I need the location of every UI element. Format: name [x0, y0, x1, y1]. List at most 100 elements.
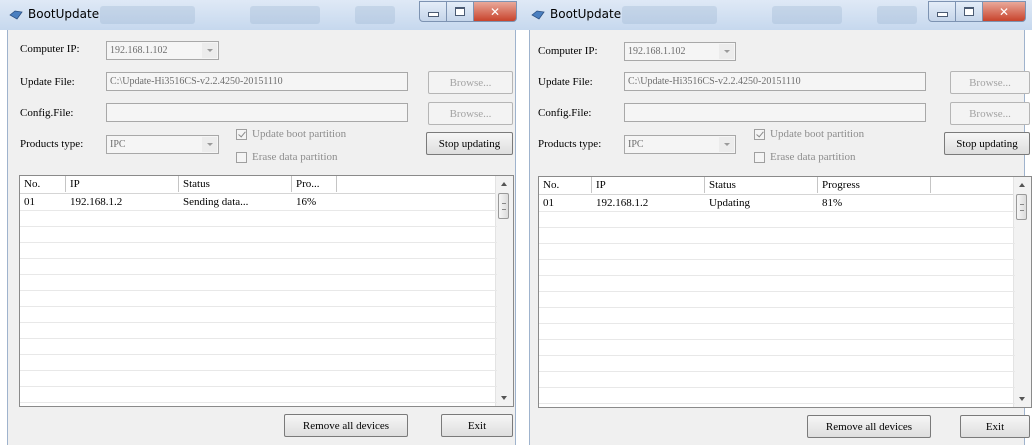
minimize-button[interactable] [419, 1, 447, 22]
dialog-client-area: Computer IP: 192.168.1.102 Update File: … [529, 30, 1032, 445]
update-boot-partition-label: Update boot partition [770, 128, 865, 140]
products-type-label: Products type: [538, 138, 602, 150]
remove-all-devices-button[interactable]: Remove all devices [284, 414, 408, 437]
list-row-separator [539, 307, 1015, 308]
column-header-progress[interactable]: Pro... [292, 176, 337, 192]
bootupdate-app-icon [531, 10, 545, 20]
products-type-value: IPC [110, 139, 126, 150]
erase-data-partition-checkbox[interactable]: Erase data partition [754, 151, 856, 163]
column-header-no[interactable]: No. [20, 176, 66, 192]
scroll-up-icon[interactable] [501, 182, 507, 186]
checkbox-unchecked-icon [754, 151, 765, 163]
dropdown-arrow-icon[interactable] [719, 137, 734, 152]
close-button[interactable]: ✕ [983, 1, 1026, 22]
column-header-ip[interactable]: IP [592, 177, 705, 193]
device-no: 01 [24, 196, 35, 208]
device-progress: 81% [822, 197, 843, 209]
update-boot-partition-checkbox[interactable]: Update boot partition [754, 128, 864, 140]
maximize-button[interactable] [956, 1, 983, 22]
minimize-button[interactable] [928, 1, 956, 22]
config-file-label: Config.File: [20, 107, 74, 119]
list-row-separator [20, 242, 497, 243]
update-boot-partition-label: Update boot partition [252, 128, 347, 140]
device-ip: 192.168.1.2 [70, 196, 123, 208]
browse-config-file-button[interactable]: Browse... [950, 102, 1030, 125]
config-file-input[interactable] [106, 103, 408, 122]
config-file-label: Config.File: [538, 107, 592, 119]
browse-config-file-button[interactable]: Browse... [428, 102, 513, 125]
scroll-thumb[interactable] [498, 193, 509, 219]
checkbox-checked-icon [754, 128, 765, 140]
list-row-separator [20, 306, 497, 307]
erase-data-partition-label: Erase data partition [770, 151, 856, 163]
close-icon: ✕ [489, 4, 501, 19]
minimize-icon [427, 12, 439, 17]
maximize-button[interactable] [447, 1, 474, 22]
list-row-separator [20, 258, 497, 259]
list-row-separator [539, 403, 1015, 404]
column-header-status[interactable]: Status [179, 176, 292, 192]
device-list[interactable]: No. IP Status Progress 01 192.168.1.2 Up… [538, 176, 1032, 408]
window-title: BootUpdate [550, 7, 622, 21]
browse-update-file-button[interactable]: Browse... [428, 71, 513, 94]
column-header-ip[interactable]: IP [66, 176, 179, 192]
checkbox-checked-icon [236, 128, 247, 140]
bootupdate-window-1: BootUpdate ✕ Computer IP: 192.168.1.102 … [0, 0, 523, 445]
list-row-separator [539, 323, 1015, 324]
list-row-separator [20, 274, 497, 275]
computer-ip-combobox[interactable]: 192.168.1.102 [624, 42, 736, 61]
computer-ip-combobox[interactable]: 192.168.1.102 [106, 41, 219, 60]
dropdown-arrow-icon[interactable] [202, 137, 217, 152]
title-bar[interactable]: BootUpdate ✕ [522, 0, 1032, 30]
device-no: 01 [543, 197, 554, 209]
minimize-icon [936, 12, 948, 17]
dropdown-arrow-icon[interactable] [202, 43, 217, 58]
device-list-header: No. IP Status Pro... [20, 176, 497, 194]
device-list[interactable]: No. IP Status Pro... 01 192.168.1.2 Send… [19, 175, 514, 407]
stop-updating-button[interactable]: Stop updating [944, 132, 1030, 155]
update-file-label: Update File: [538, 76, 593, 88]
scroll-down-icon[interactable] [501, 396, 507, 400]
list-row-separator [539, 227, 1015, 228]
list-row-separator [539, 355, 1015, 356]
list-row-separator [539, 371, 1015, 372]
vertical-scrollbar[interactable] [1013, 177, 1031, 407]
dropdown-arrow-icon[interactable] [719, 44, 734, 59]
device-status: Updating [709, 197, 750, 209]
device-row[interactable]: 01 192.168.1.2 Updating 81% [539, 195, 1015, 211]
computer-ip-label: Computer IP: [20, 43, 80, 55]
update-file-input[interactable]: C:\Update-Hi3516CS-v2.2.4250-20151110 [106, 72, 408, 91]
products-type-combobox[interactable]: IPC [106, 135, 219, 154]
list-row-separator [539, 387, 1015, 388]
scroll-down-icon[interactable] [1019, 397, 1025, 401]
column-header-no[interactable]: No. [539, 177, 592, 193]
products-type-combobox[interactable]: IPC [624, 135, 736, 154]
list-row-separator [539, 275, 1015, 276]
exit-button[interactable]: Exit [441, 414, 513, 437]
title-bar[interactable]: BootUpdate ✕ [0, 0, 523, 30]
column-header-status[interactable]: Status [705, 177, 818, 193]
column-header-progress[interactable]: Progress [818, 177, 931, 193]
close-button[interactable]: ✕ [474, 1, 517, 22]
update-file-label: Update File: [20, 76, 75, 88]
list-row-separator [20, 338, 497, 339]
products-type-value: IPC [628, 139, 644, 150]
update-file-value: C:\Update-Hi3516CS-v2.2.4250-20151110 [628, 76, 801, 87]
config-file-input[interactable] [624, 103, 926, 122]
maximize-icon [964, 7, 974, 16]
update-boot-partition-checkbox[interactable]: Update boot partition [236, 128, 346, 140]
list-row-separator [20, 210, 497, 211]
update-file-input[interactable]: C:\Update-Hi3516CS-v2.2.4250-20151110 [624, 72, 926, 91]
dialog-client-area: Computer IP: 192.168.1.102 Update File: … [7, 30, 516, 445]
device-list-header: No. IP Status Progress [539, 177, 1015, 195]
remove-all-devices-button[interactable]: Remove all devices [807, 415, 931, 438]
stop-updating-button[interactable]: Stop updating [426, 132, 513, 155]
scroll-thumb[interactable] [1016, 194, 1027, 220]
vertical-scrollbar[interactable] [495, 176, 513, 406]
exit-button[interactable]: Exit [960, 415, 1030, 438]
device-row[interactable]: 01 192.168.1.2 Sending data... 16% [20, 194, 497, 210]
browse-update-file-button[interactable]: Browse... [950, 71, 1030, 94]
scroll-up-icon[interactable] [1019, 183, 1025, 187]
list-row-separator [20, 386, 497, 387]
erase-data-partition-checkbox[interactable]: Erase data partition [236, 151, 338, 163]
